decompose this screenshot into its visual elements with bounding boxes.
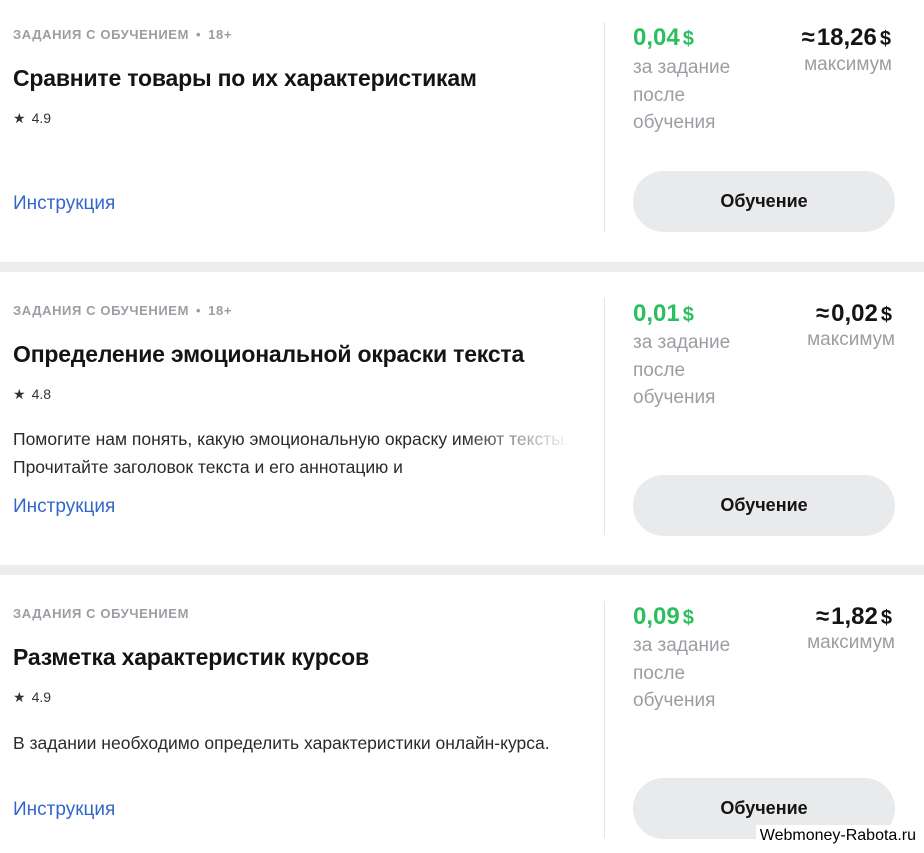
max-value: 0,02 — [831, 300, 878, 327]
task-description: Помогите нам понять, какую эмоциональную… — [13, 429, 569, 477]
max-currency: $ — [880, 304, 892, 326]
rating-value: 4.9 — [31, 689, 52, 705]
max-value: 18,26 — [816, 24, 877, 51]
task-price: 0,04 $ — [633, 24, 694, 52]
max-currency: $ — [880, 607, 892, 629]
price-caption: за задание после обучения — [633, 57, 731, 133]
age-badge: 18+ — [208, 303, 233, 318]
max-caption: максимум — [804, 54, 892, 75]
vertical-divider — [604, 22, 605, 232]
rating-value: 4.8 — [31, 386, 52, 402]
max-caption: максимум — [807, 632, 895, 653]
price-caption: за задание после обучения — [633, 635, 731, 711]
card-separator — [0, 565, 924, 575]
task-max-earnings: ≈0,02 $ — [816, 300, 892, 328]
task-description: В задании необходимо определить характер… — [13, 733, 550, 753]
card-separator — [0, 262, 924, 272]
task-title[interactable]: Определение эмоциональной окраски текста — [13, 341, 524, 368]
approx-sign: ≈ — [815, 300, 830, 327]
instruction-link[interactable]: Инструкция — [13, 193, 115, 215]
max-value: 1,82 — [831, 603, 878, 630]
task-max-earnings: ≈1,82 $ — [816, 603, 892, 631]
task-price: 0,09 $ — [633, 603, 694, 631]
task-category: ЗАДАНИЯ С ОБУЧЕНИЕМ — [13, 606, 189, 621]
approx-sign: ≈ — [801, 24, 815, 51]
task-card: ЗАДАНИЯ С ОБУЧЕНИЕМ • 18+ Сравните товары … — [0, 0, 924, 262]
approx-sign: ≈ — [815, 603, 830, 630]
task-rating: ★ 4.9 — [13, 110, 51, 127]
price-value: 0,09 — [633, 603, 680, 630]
vertical-divider — [604, 298, 605, 535]
price-currency: $ — [682, 304, 694, 326]
category-label: ЗАДАНИЯ С ОБУЧЕНИЕМ — [13, 303, 190, 318]
price-value: 0,01 — [633, 300, 680, 327]
max-currency: $ — [879, 28, 891, 50]
task-category: ЗАДАНИЯ С ОБУЧЕНИЕМ • 18+ — [13, 303, 232, 318]
task-max-earnings: ≈18,26 $ — [802, 24, 891, 52]
category-label: ЗАДАНИЯ С ОБУЧЕНИЕМ — [13, 27, 190, 42]
dot-separator: • — [196, 27, 202, 42]
task-title[interactable]: Сравните товары по их характеристикам — [13, 65, 477, 92]
star-icon: ★ — [13, 110, 26, 126]
training-button[interactable]: Обучение — [633, 171, 895, 232]
age-badge: 18+ — [208, 27, 233, 42]
dot-separator: • — [196, 303, 202, 318]
watermark: Webmoney-Rabota.ru — [755, 825, 916, 847]
instruction-link[interactable]: Инструкция — [13, 799, 115, 821]
training-button[interactable]: Обучение — [633, 475, 895, 536]
max-caption: максимум — [807, 329, 895, 350]
instruction-link[interactable]: Инструкция — [13, 496, 115, 518]
task-price: 0,01 $ — [633, 300, 694, 328]
star-icon: ★ — [13, 689, 26, 705]
task-card: ЗАДАНИЯ С ОБУЧЕНИЕМ • 18+ Определение эмоц… — [0, 272, 924, 565]
rating-value: 4.9 — [31, 110, 52, 126]
task-title[interactable]: Разметка характеристик курсов — [13, 644, 369, 671]
category-label: ЗАДАНИЯ С ОБУЧЕНИЕМ — [13, 606, 190, 621]
task-category: ЗАДАНИЯ С ОБУЧЕНИЕМ • 18+ — [13, 27, 232, 42]
price-currency: $ — [682, 28, 694, 50]
star-icon: ★ — [13, 386, 26, 402]
task-rating: ★ 4.9 — [13, 689, 51, 706]
task-card: ЗАДАНИЯ С ОБУЧЕНИЕМ Разметка характерист… — [0, 575, 924, 853]
task-rating: ★ 4.8 — [13, 386, 51, 403]
price-caption: за задание после обучения — [633, 332, 731, 408]
price-value: 0,04 — [633, 24, 680, 51]
vertical-divider — [604, 601, 605, 838]
price-currency: $ — [682, 607, 694, 629]
